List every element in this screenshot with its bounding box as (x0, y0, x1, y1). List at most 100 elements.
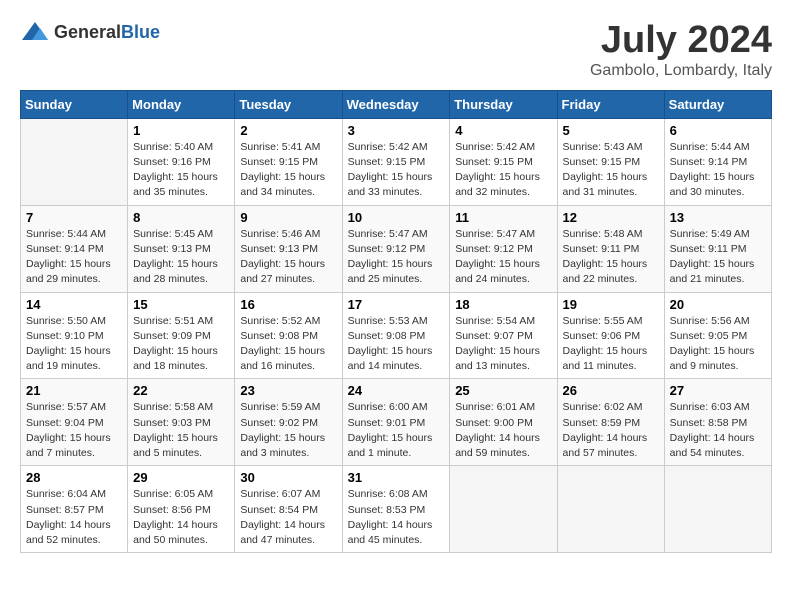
calendar-cell: 27 Sunrise: 6:03 AM Sunset: 8:58 PM Dayli… (664, 379, 771, 466)
day-info: Sunrise: 5:53 AM Sunset: 9:08 PM Dayligh… (348, 314, 445, 375)
calendar-cell: 16Sunrise: 5:52 AM Sunset: 9:08 PM Dayli… (235, 292, 342, 379)
calendar-cell: 8Sunrise: 5:45 AM Sunset: 9:13 PM Daylig… (128, 205, 235, 292)
day-info: Sunrise: 5:47 AM Sunset: 9:12 PM Dayligh… (348, 227, 445, 288)
calendar-cell: 9Sunrise: 5:46 AM Sunset: 9:13 PM Daylig… (235, 205, 342, 292)
day-info: Sunrise: 5:57 AM Sunset: 9:04 PM Dayligh… (26, 400, 122, 461)
day-info: Sunrise: 6:00 AM Sunset: 9:01 PM Dayligh… (348, 400, 445, 461)
day-number: 24 (348, 383, 445, 398)
calendar-cell: 23 Sunrise: 5:59 AM Sunset: 9:02 PM Dayli… (235, 379, 342, 466)
logo-blue: Blue (121, 22, 160, 42)
calendar-cell (557, 466, 664, 553)
day-info: Sunrise: 5:42 AM Sunset: 9:15 PM Dayligh… (455, 140, 551, 201)
calendar-cell: 18 Sunrise: 5:54 AM Sunset: 9:07 PM Dayli… (450, 292, 557, 379)
calendar-cell: 26 Sunrise: 6:02 AM Sunset: 8:59 PM Dayli… (557, 379, 664, 466)
weekday-header-wednesday: Wednesday (342, 90, 450, 118)
day-number: 29 (133, 470, 229, 485)
calendar-cell: 12Sunrise: 5:48 AM Sunset: 9:11 PM Dayli… (557, 205, 664, 292)
calendar-cell (21, 118, 128, 205)
day-number: 31 (348, 470, 445, 485)
calendar-cell: 28Sunrise: 6:04 AM Sunset: 8:57 PM Dayli… (21, 466, 128, 553)
logo-icon (20, 20, 50, 44)
day-info: Sunrise: 6:05 AM Sunset: 8:56 PM Dayligh… (133, 487, 229, 548)
day-number: 5 (563, 123, 659, 138)
calendar-cell: 13 Sunrise: 5:49 AM Sunset: 9:11 PM Dayli… (664, 205, 771, 292)
day-info: Sunrise: 5:41 AM Sunset: 9:15 PM Dayligh… (240, 140, 336, 201)
calendar-cell: 2 Sunrise: 5:41 AM Sunset: 9:15 PM Daylig… (235, 118, 342, 205)
day-info: Sunrise: 5:59 AM Sunset: 9:02 PM Dayligh… (240, 400, 336, 461)
day-number: 2 (240, 123, 336, 138)
day-info: Sunrise: 6:03 AM Sunset: 8:58 PM Dayligh… (670, 400, 766, 461)
week-row-4: 21 Sunrise: 5:57 AM Sunset: 9:04 PM Dayli… (21, 379, 772, 466)
calendar-cell: 22 Sunrise: 5:58 AM Sunset: 9:03 PM Dayli… (128, 379, 235, 466)
day-info: Sunrise: 5:49 AM Sunset: 9:11 PM Dayligh… (670, 227, 766, 288)
day-info: Sunrise: 6:02 AM Sunset: 8:59 PM Dayligh… (563, 400, 659, 461)
calendar-cell: 3 Sunrise: 5:42 AM Sunset: 9:15 PM Daylig… (342, 118, 450, 205)
calendar-cell: 7Sunrise: 5:44 AM Sunset: 9:14 PM Daylig… (21, 205, 128, 292)
day-info: Sunrise: 5:58 AM Sunset: 9:03 PM Dayligh… (133, 400, 229, 461)
weekday-header-monday: Monday (128, 90, 235, 118)
day-number: 16 (240, 297, 336, 312)
day-number: 19 (563, 297, 659, 312)
calendar-subtitle: Gambolo, Lombardy, Italy (590, 62, 772, 80)
week-row-1: 1 Sunrise: 5:40 AM Sunset: 9:16 PM Daylig… (21, 118, 772, 205)
day-info: Sunrise: 6:07 AM Sunset: 8:54 PM Dayligh… (240, 487, 336, 548)
day-number: 4 (455, 123, 551, 138)
day-number: 11 (455, 210, 551, 225)
day-info: Sunrise: 6:08 AM Sunset: 8:53 PM Dayligh… (348, 487, 445, 548)
day-number: 14 (26, 297, 122, 312)
day-number: 3 (348, 123, 445, 138)
calendar-table: SundayMondayTuesdayWednesdayThursdayFrid… (20, 90, 772, 553)
day-number: 27 (670, 383, 766, 398)
calendar-cell: 17Sunrise: 5:53 AM Sunset: 9:08 PM Dayli… (342, 292, 450, 379)
day-info: Sunrise: 5:44 AM Sunset: 9:14 PM Dayligh… (26, 227, 122, 288)
day-info: Sunrise: 5:42 AM Sunset: 9:15 PM Dayligh… (348, 140, 445, 201)
calendar-cell: 4 Sunrise: 5:42 AM Sunset: 9:15 PM Daylig… (450, 118, 557, 205)
calendar-cell: 11 Sunrise: 5:47 AM Sunset: 9:12 PM Dayli… (450, 205, 557, 292)
calendar-cell: 30 Sunrise: 6:07 AM Sunset: 8:54 PM Dayli… (235, 466, 342, 553)
day-number: 30 (240, 470, 336, 485)
logo-general: General (54, 22, 121, 42)
calendar-cell: 29 Sunrise: 6:05 AM Sunset: 8:56 PM Dayli… (128, 466, 235, 553)
calendar-cell: 6 Sunrise: 5:44 AM Sunset: 9:14 PM Daylig… (664, 118, 771, 205)
calendar-cell: 10 Sunrise: 5:47 AM Sunset: 9:12 PM Dayli… (342, 205, 450, 292)
day-number: 21 (26, 383, 122, 398)
day-info: Sunrise: 5:43 AM Sunset: 9:15 PM Dayligh… (563, 140, 659, 201)
calendar-cell: 25 Sunrise: 6:01 AM Sunset: 9:00 PM Dayli… (450, 379, 557, 466)
title-section: July 2024 Gambolo, Lombardy, Italy (590, 20, 772, 80)
day-number: 22 (133, 383, 229, 398)
day-info: Sunrise: 5:40 AM Sunset: 9:16 PM Dayligh… (133, 140, 229, 201)
day-info: Sunrise: 6:01 AM Sunset: 9:00 PM Dayligh… (455, 400, 551, 461)
day-number: 18 (455, 297, 551, 312)
weekday-header-saturday: Saturday (664, 90, 771, 118)
day-info: Sunrise: 5:47 AM Sunset: 9:12 PM Dayligh… (455, 227, 551, 288)
calendar-cell: 21 Sunrise: 5:57 AM Sunset: 9:04 PM Dayli… (21, 379, 128, 466)
day-number: 8 (133, 210, 229, 225)
calendar-cell: 24 Sunrise: 6:00 AM Sunset: 9:01 PM Dayli… (342, 379, 450, 466)
day-number: 23 (240, 383, 336, 398)
day-info: Sunrise: 5:44 AM Sunset: 9:14 PM Dayligh… (670, 140, 766, 201)
logo-text: GeneralBlue (54, 22, 160, 43)
weekday-header-friday: Friday (557, 90, 664, 118)
day-number: 10 (348, 210, 445, 225)
calendar-cell: 20Sunrise: 5:56 AM Sunset: 9:05 PM Dayli… (664, 292, 771, 379)
day-number: 25 (455, 383, 551, 398)
weekday-header-thursday: Thursday (450, 90, 557, 118)
week-row-5: 28Sunrise: 6:04 AM Sunset: 8:57 PM Dayli… (21, 466, 772, 553)
day-info: Sunrise: 6:04 AM Sunset: 8:57 PM Dayligh… (26, 487, 122, 548)
calendar-cell (664, 466, 771, 553)
day-number: 26 (563, 383, 659, 398)
calendar-cell: 31 Sunrise: 6:08 AM Sunset: 8:53 PM Dayli… (342, 466, 450, 553)
day-number: 13 (670, 210, 766, 225)
calendar-cell: 1 Sunrise: 5:40 AM Sunset: 9:16 PM Daylig… (128, 118, 235, 205)
day-number: 12 (563, 210, 659, 225)
calendar-cell: 15Sunrise: 5:51 AM Sunset: 9:09 PM Dayli… (128, 292, 235, 379)
weekday-header-tuesday: Tuesday (235, 90, 342, 118)
day-number: 1 (133, 123, 229, 138)
day-info: Sunrise: 5:55 AM Sunset: 9:06 PM Dayligh… (563, 314, 659, 375)
calendar-cell (450, 466, 557, 553)
week-row-2: 7Sunrise: 5:44 AM Sunset: 9:14 PM Daylig… (21, 205, 772, 292)
calendar-cell: 5 Sunrise: 5:43 AM Sunset: 9:15 PM Daylig… (557, 118, 664, 205)
calendar-cell: 14Sunrise: 5:50 AM Sunset: 9:10 PM Dayli… (21, 292, 128, 379)
day-number: 6 (670, 123, 766, 138)
day-info: Sunrise: 5:54 AM Sunset: 9:07 PM Dayligh… (455, 314, 551, 375)
